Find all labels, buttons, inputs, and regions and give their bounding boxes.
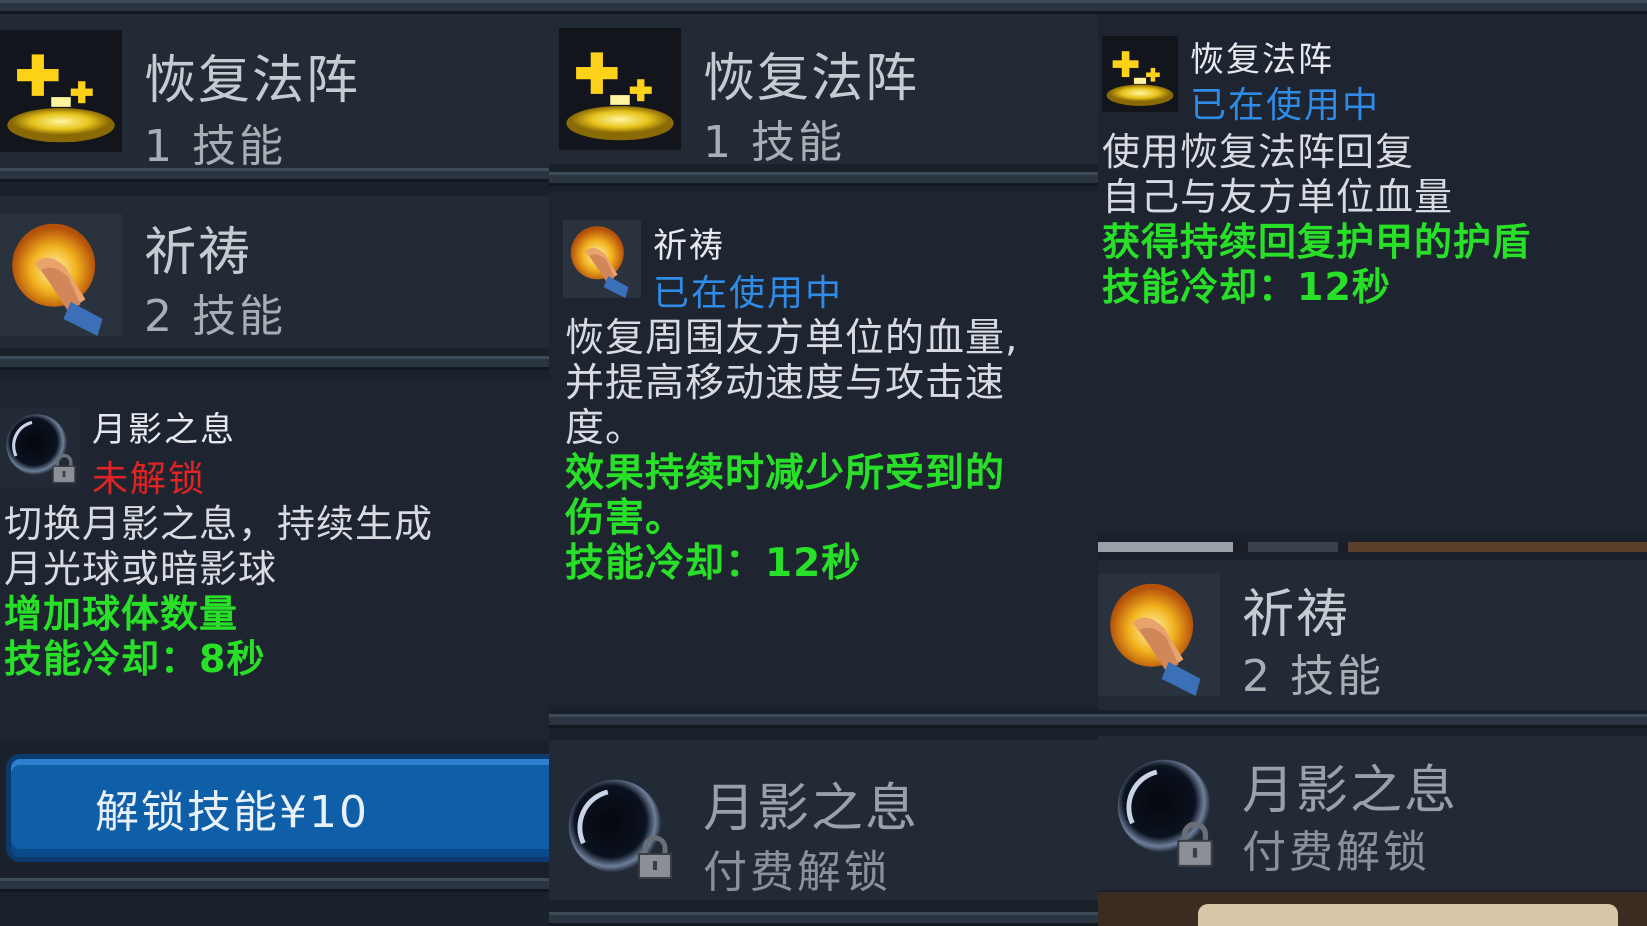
- skill-card-healing-circle[interactable]: 恢复法阵 1 技能: [549, 14, 1098, 164]
- skill-name: 祈祷: [653, 226, 725, 266]
- skill-card-moon-shadow[interactable]: 月影之息 付费解锁: [1098, 736, 1647, 890]
- separator: [0, 356, 549, 370]
- skill-card-prayer[interactable]: 祈祷 2 技能: [1098, 560, 1647, 710]
- separator: [1098, 714, 1647, 728]
- skill-card-prayer[interactable]: 祈祷 2 技能: [0, 196, 549, 348]
- healing-circle-icon: [559, 28, 681, 150]
- desc-line: 使用恢复法阵回复: [1102, 130, 1415, 174]
- lock-icon: [1174, 822, 1216, 868]
- skill-name: 恢复法阵: [1190, 40, 1334, 80]
- separator: [549, 172, 1098, 186]
- cooldown-line: 技能冷却：12秒: [565, 541, 862, 586]
- skill-unlock-hint: 付费解锁: [1242, 827, 1430, 878]
- effect-line: 增加球体数量: [4, 592, 239, 636]
- cooldown-line: 技能冷却：8秒: [4, 637, 266, 681]
- effect-line: 伤害。: [565, 496, 686, 541]
- skill-name: 月影之息: [703, 779, 920, 839]
- skill-description: 恢复周围友方单位的血量, 并提高移动速度与攻击速 度。 效果持续时减少所受到的 …: [565, 316, 1092, 586]
- skill-slot-label: 2 技能: [144, 291, 286, 342]
- healing-circle-icon: [0, 30, 122, 152]
- unlock-skill-button[interactable]: 解锁技能¥10: [6, 754, 549, 862]
- desc-line: 并提高移动速度与攻击速: [565, 361, 1006, 406]
- screenshot-panel-3: 恢复法阵 已在使用中 使用恢复法阵回复 自己与友方单位血量 获得持续回复护甲的护…: [1098, 0, 1647, 926]
- prayer-hand-icon: [0, 214, 122, 336]
- skill-name: 月影之息: [92, 410, 236, 450]
- desc-line: 度。: [565, 406, 646, 451]
- skill-status-active: 已在使用中: [1190, 85, 1381, 126]
- separator: [0, 168, 549, 182]
- skill-name: 祈祷: [1242, 585, 1351, 645]
- separator: [0, 0, 549, 14]
- skill-name: 恢复法阵: [144, 51, 361, 111]
- lock-icon: [50, 454, 78, 484]
- skill-unlock-hint: 付费解锁: [703, 847, 891, 898]
- skill-slot-label: 1 技能: [144, 121, 286, 168]
- skill-slot-label: 2 技能: [1242, 651, 1384, 702]
- skill-status-locked: 未解锁: [92, 459, 207, 500]
- skill-card-healing-circle-expanded[interactable]: 恢复法阵 已在使用中 使用恢复法阵回复 自己与友方单位血量 获得持续回复护甲的护…: [1098, 14, 1647, 534]
- scroll-progress-bar: [1098, 542, 1647, 552]
- skill-name: 祈祷: [144, 223, 253, 283]
- separator: [549, 0, 1098, 14]
- prayer-hand-icon: [1098, 574, 1220, 696]
- bottom-panel-edge: [1198, 904, 1618, 926]
- separator: [1098, 0, 1647, 14]
- separator: [0, 878, 549, 892]
- desc-line: 月光球或暗影球: [4, 547, 278, 591]
- skill-slot-label: 1 技能: [703, 117, 845, 164]
- healing-circle-icon: [1102, 36, 1178, 112]
- separator: [549, 912, 1098, 926]
- skill-card-moon-shadow-expanded[interactable]: 月影之息 未解锁 切换月影之息，持续生成 月光球或暗影球 增加球体数量 技能冷却…: [0, 378, 549, 742]
- skill-card-prayer-expanded[interactable]: 祈祷 已在使用中 恢复周围友方单位的血量, 并提高移动速度与攻击速 度。 效果持…: [549, 192, 1098, 706]
- bottom-frame: [1098, 892, 1647, 926]
- skill-description: 使用恢复法阵回复 自己与友方单位血量 获得持续回复护甲的护盾 技能冷却：12秒: [1102, 130, 1641, 310]
- skill-name: 恢复法阵: [703, 49, 920, 109]
- cooldown-line: 技能冷却：12秒: [1102, 265, 1391, 309]
- prayer-hand-icon: [563, 220, 641, 298]
- desc-line: 切换月影之息，持续生成: [4, 502, 434, 546]
- effect-line: 获得持续回复护甲的护盾: [1102, 220, 1532, 264]
- desc-line: 自己与友方单位血量: [1102, 175, 1454, 219]
- skill-card-healing-circle[interactable]: 恢复法阵 1 技能: [0, 14, 549, 168]
- screenshot-panel-2: 恢复法阵 1 技能 祈祷 已在使用中 恢复周围友方单位的血量, 并提高移动速度与…: [549, 0, 1098, 926]
- skill-name: 月影之息: [1242, 761, 1459, 821]
- desc-line: 恢复周围友方单位的血量,: [565, 316, 1019, 361]
- skill-card-moon-shadow[interactable]: 月影之息 付费解锁: [549, 740, 1098, 900]
- screenshot-panel-1: 恢复法阵 1 技能 祈祷 2 技能 月影之息 未解锁 切换月影之息，持续生成 月…: [0, 0, 549, 926]
- separator: [549, 714, 1098, 728]
- lock-icon: [635, 836, 675, 880]
- skill-status-active: 已在使用中: [653, 273, 844, 314]
- skill-description: 切换月影之息，持续生成 月光球或暗影球 增加球体数量 技能冷却：8秒: [4, 502, 543, 682]
- effect-line: 效果持续时减少所受到的: [565, 451, 1006, 496]
